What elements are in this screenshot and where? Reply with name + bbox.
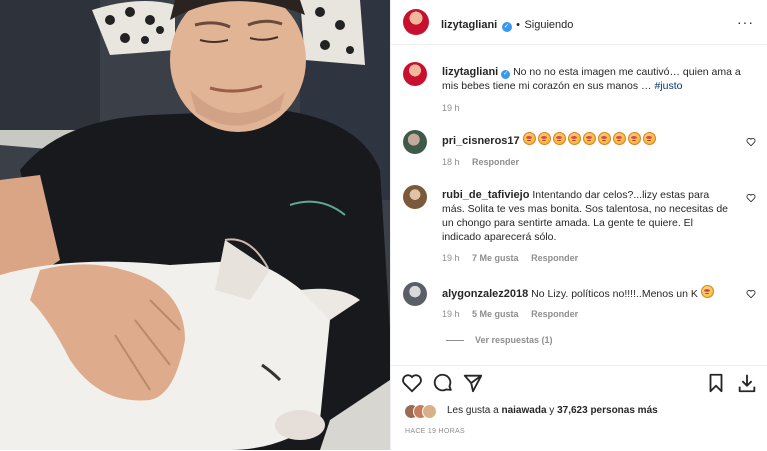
- comment-username[interactable]: alygonzalez2018: [442, 288, 528, 300]
- comment-like-heart-icon[interactable]: [746, 137, 756, 147]
- share-paper-plane-icon[interactable]: [462, 372, 484, 394]
- author-username[interactable]: lizytagliani: [441, 19, 497, 31]
- replies-divider: [446, 340, 464, 341]
- comment-like-heart-icon[interactable]: [746, 289, 756, 299]
- comments-scroll[interactable]: lizytagliani ✓ No no no esta imagen me c…: [391, 45, 767, 365]
- thinking-emoji: [700, 285, 714, 298]
- photo-man-and-dog: [0, 0, 390, 450]
- header-separator: •: [516, 19, 521, 31]
- comment-1-meta: 18 h Responder: [442, 157, 767, 167]
- liker-username[interactable]: naiawada: [501, 405, 546, 416]
- verified-icon: ✓: [501, 22, 512, 32]
- view-replies-button[interactable]: Ver respuestas (1): [475, 335, 553, 345]
- caption-hashtag[interactable]: #justo: [654, 80, 682, 92]
- caption-username[interactable]: lizytagliani: [442, 66, 498, 78]
- save-bookmark-icon[interactable]: [705, 372, 727, 394]
- author-avatar[interactable]: [403, 9, 429, 35]
- heart-eyes-emoji-row: [522, 132, 658, 147]
- comment-time: 19 h: [442, 309, 460, 319]
- comment-3: alygonzalez2018 No Lizy. políticos no!!!…: [442, 285, 732, 301]
- comment-username[interactable]: rubi_de_tafiviejo: [442, 189, 529, 201]
- caption-avatar[interactable]: [403, 62, 427, 86]
- action-bar: Les gusta a naiawada y 37,623 personas m…: [391, 365, 767, 451]
- post-panel: lizytagliani ✓ • Siguiendo ··· lizytagli…: [390, 0, 767, 450]
- comment-2-meta: 19 h 7 Me gusta Responder: [442, 253, 767, 263]
- liker-avatars[interactable]: [404, 404, 444, 419]
- post-photo[interactable]: [0, 0, 390, 450]
- comment-bubble-icon[interactable]: [432, 372, 454, 394]
- comment-time: 18 h: [442, 157, 460, 167]
- comment-avatar[interactable]: [403, 185, 427, 209]
- like-heart-icon[interactable]: [401, 372, 423, 394]
- comment-avatar[interactable]: [403, 282, 427, 306]
- likes-middle: y: [546, 405, 558, 416]
- caption-time: 19 h: [442, 103, 460, 113]
- reply-button[interactable]: Responder: [531, 309, 578, 319]
- likes-summary: Les gusta a naiawada y 37,623 personas m…: [447, 404, 658, 418]
- download-icon[interactable]: [736, 372, 758, 394]
- follow-status[interactable]: Siguiendo: [524, 19, 573, 31]
- reply-button[interactable]: Responder: [531, 253, 578, 263]
- comment-time: 19 h: [442, 253, 460, 263]
- more-options-icon[interactable]: ···: [737, 14, 754, 30]
- comment-like-count[interactable]: 5 Me gusta: [472, 309, 519, 319]
- comment-avatar[interactable]: [403, 130, 427, 154]
- comment-text: No Lizy. políticos no!!!!..Menos un K: [531, 288, 698, 300]
- comment-like-heart-icon[interactable]: [746, 193, 756, 203]
- reply-button[interactable]: Responder: [472, 157, 519, 167]
- post-header: lizytagliani ✓ • Siguiendo ···: [391, 0, 767, 45]
- comment-1: pri_cisneros17: [442, 132, 732, 148]
- likes-prefix: Les gusta a: [447, 405, 502, 416]
- comment-like-count[interactable]: 7 Me gusta: [472, 253, 519, 263]
- likes-count[interactable]: 37,623 personas más: [557, 405, 658, 416]
- verified-icon: ✓: [501, 70, 511, 79]
- post-timestamp: HACE 19 HORAS: [405, 428, 465, 435]
- caption: lizytagliani ✓ No no no esta imagen me c…: [442, 65, 742, 93]
- comment-2: rubi_de_tafiviejo Intentando dar celos?.…: [442, 188, 732, 244]
- comment-username[interactable]: pri_cisneros17: [442, 135, 520, 147]
- comment-3-meta: 19 h 5 Me gusta Responder: [442, 309, 767, 319]
